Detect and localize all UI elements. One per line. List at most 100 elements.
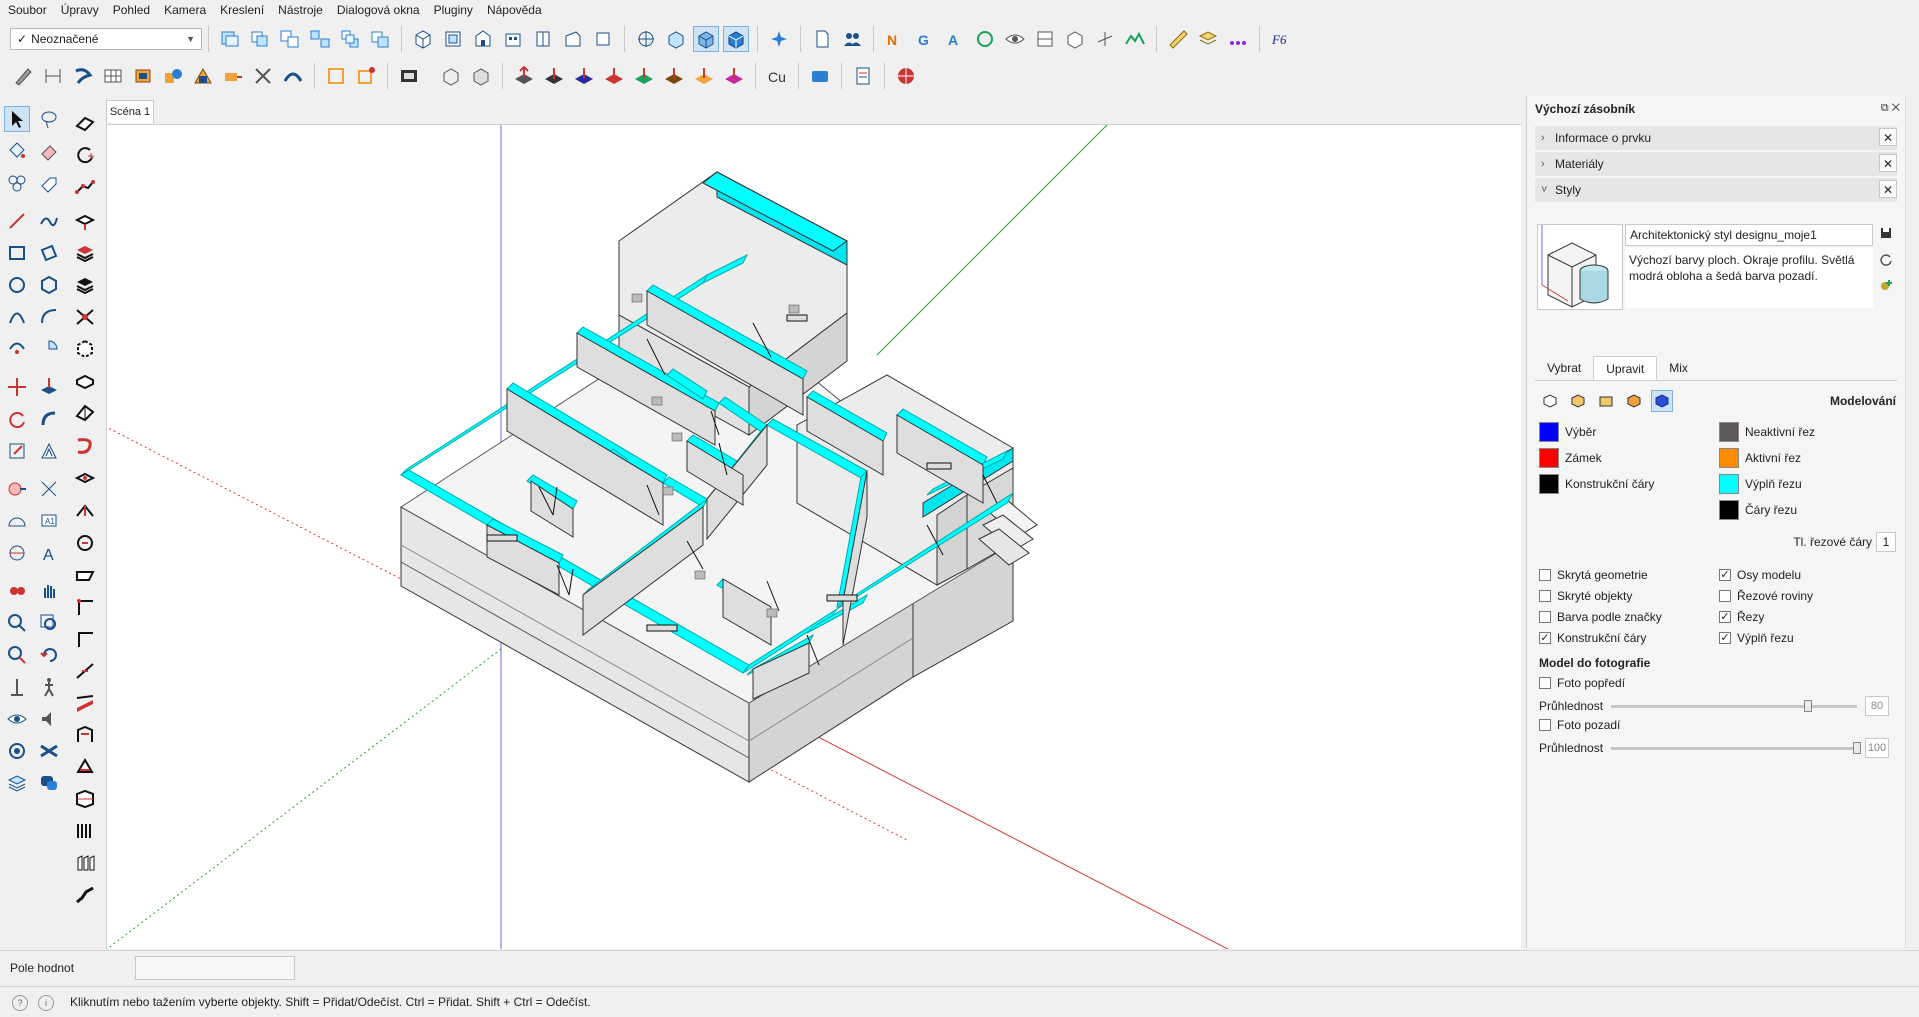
refresh-icon[interactable]	[1879, 252, 1893, 266]
plugin-g-icon[interactable]: G	[912, 26, 938, 52]
checkbox[interactable]: ✓	[1539, 632, 1551, 644]
arc-3-icon[interactable]	[4, 336, 30, 362]
ext-tool-16-icon[interactable]	[72, 594, 98, 620]
left-view-icon[interactable]	[560, 26, 586, 52]
globe-icon[interactable]	[893, 63, 919, 89]
paint-bucket-icon[interactable]	[4, 138, 30, 164]
arc-icon[interactable]	[4, 304, 30, 330]
shapes-icon[interactable]	[160, 63, 186, 89]
make-unique-icon[interactable]	[337, 26, 363, 52]
info-icon[interactable]: i	[38, 995, 54, 1011]
back-view-icon[interactable]	[530, 26, 556, 52]
close-icon[interactable]: ✕	[1879, 180, 1897, 198]
tag-select[interactable]: ✓ Neoznačené ▼	[10, 28, 202, 50]
ext-tool-17-icon[interactable]	[72, 626, 98, 652]
checkbox[interactable]	[1539, 677, 1551, 689]
slider-knob[interactable]	[1803, 699, 1812, 712]
ext-tool-11-icon[interactable]	[72, 432, 98, 458]
cu-icon[interactable]: Cu	[764, 63, 790, 89]
close-icon[interactable]: ✕	[1879, 154, 1897, 172]
section-tool-icon[interactable]	[4, 578, 30, 604]
checkbox[interactable]: ✓	[1719, 632, 1731, 644]
film-icon[interactable]	[396, 63, 422, 89]
right-view-icon[interactable]	[500, 26, 526, 52]
scale-icon[interactable]	[4, 438, 30, 464]
pie-icon[interactable]	[36, 336, 62, 362]
create-style-icon[interactable]	[1879, 278, 1893, 292]
ext-tool-14-icon[interactable]	[72, 530, 98, 556]
tab-edit[interactable]: Upravit	[1593, 356, 1658, 380]
sparkle-icon[interactable]	[766, 26, 792, 52]
check-hidden-geometry[interactable]: Skrytá geometrie	[1539, 568, 1648, 582]
ext-tool-23-icon[interactable]	[72, 818, 98, 844]
checkbox[interactable]	[1539, 611, 1551, 623]
vcb-input[interactable]	[135, 956, 295, 980]
check-section-cuts[interactable]: ✓ Řezy	[1719, 610, 1764, 624]
menu-help[interactable]: Nápověda	[479, 0, 548, 20]
rotate-icon[interactable]	[4, 406, 30, 432]
text-icon[interactable]: A1	[36, 508, 62, 534]
section-x-icon[interactable]	[691, 63, 717, 89]
ext-tool-21-icon[interactable]	[72, 754, 98, 780]
ext-tool-24-icon[interactable]	[72, 850, 98, 876]
sandbox-icon[interactable]	[36, 738, 62, 764]
checkbox[interactable]	[1539, 569, 1551, 581]
panel-styles[interactable]: ˅ Styly ✕	[1535, 178, 1897, 202]
section-plane-icon[interactable]	[1032, 26, 1058, 52]
group-icon[interactable]	[277, 26, 303, 52]
background-settings-icon[interactable]	[1595, 390, 1617, 412]
ext-tool-1-icon[interactable]	[72, 110, 98, 136]
section-f-icon[interactable]	[721, 63, 747, 89]
menu-plugins[interactable]: Pluginy	[426, 0, 479, 20]
check-model-axes[interactable]: ✓ Osy modelu	[1719, 568, 1801, 582]
circle-icon[interactable]	[4, 272, 30, 298]
menu-camera[interactable]: Kamera	[156, 0, 212, 20]
components-icon[interactable]	[4, 170, 30, 196]
ext-tool-3-icon[interactable]	[72, 174, 98, 200]
foreground-opacity-slider[interactable]: Průhlednost 80	[1539, 696, 1889, 716]
checkbox[interactable]: ✓	[1719, 611, 1731, 623]
slider-knob[interactable]	[1853, 741, 1861, 754]
ext-tool-22-icon[interactable]	[72, 786, 98, 812]
color-guides[interactable]: Konstrukční čáry	[1539, 474, 1654, 494]
lasso-icon[interactable]	[36, 106, 62, 132]
offset-box-icon[interactable]	[323, 63, 349, 89]
check-section-fill[interactable]: ✓ Výplň řezu	[1719, 631, 1794, 645]
solid-box-icon[interactable]	[438, 63, 464, 89]
ext-tool-15-icon[interactable]	[72, 562, 98, 588]
offset-box-2-icon[interactable]	[353, 63, 379, 89]
new-document-icon[interactable]	[809, 26, 835, 52]
tab-select[interactable]: Vybrat	[1535, 356, 1593, 380]
section-red-icon[interactable]	[511, 63, 537, 89]
3d-text-icon[interactable]: A	[36, 540, 62, 566]
shaded-textures-icon[interactable]	[723, 26, 749, 52]
menu-tools[interactable]: Nástroje	[270, 0, 329, 20]
follow-me-tool-icon[interactable]	[36, 406, 62, 432]
active-section-swatch[interactable]	[1719, 448, 1739, 468]
section-line-width-input[interactable]: 1	[1876, 532, 1896, 552]
top-view-icon[interactable]	[440, 26, 466, 52]
color-section-lines[interactable]: Čáry řezu	[1719, 500, 1797, 520]
bottom-view-icon[interactable]	[590, 26, 616, 52]
inactive-section-swatch[interactable]	[1719, 422, 1739, 442]
grid-icon[interactable]	[100, 63, 126, 89]
selection-color-swatch[interactable]	[1539, 422, 1559, 442]
trim-icon[interactable]	[250, 63, 276, 89]
more-dots-icon[interactable]	[1225, 26, 1251, 52]
terrain-icon[interactable]	[1122, 26, 1148, 52]
section-n-icon[interactable]	[661, 63, 687, 89]
ext-tool-5-icon[interactable]	[72, 240, 98, 266]
arc-2-icon[interactable]	[36, 304, 62, 330]
measure-icon[interactable]	[1165, 26, 1191, 52]
guides-color-swatch[interactable]	[1539, 474, 1559, 494]
previous-view-icon[interactable]	[36, 642, 62, 668]
tape-measure-icon[interactable]	[4, 476, 30, 502]
sound-icon[interactable]	[36, 706, 62, 732]
locked-color-swatch[interactable]	[1539, 448, 1559, 468]
xray-icon[interactable]	[633, 26, 659, 52]
slider-value[interactable]: 80	[1865, 696, 1889, 716]
freehand-icon[interactable]	[36, 208, 62, 234]
wireframe-icon[interactable]	[663, 26, 689, 52]
color-section-fill[interactable]: Výplň řezu	[1719, 474, 1802, 494]
select-arrow-icon[interactable]	[4, 106, 30, 132]
